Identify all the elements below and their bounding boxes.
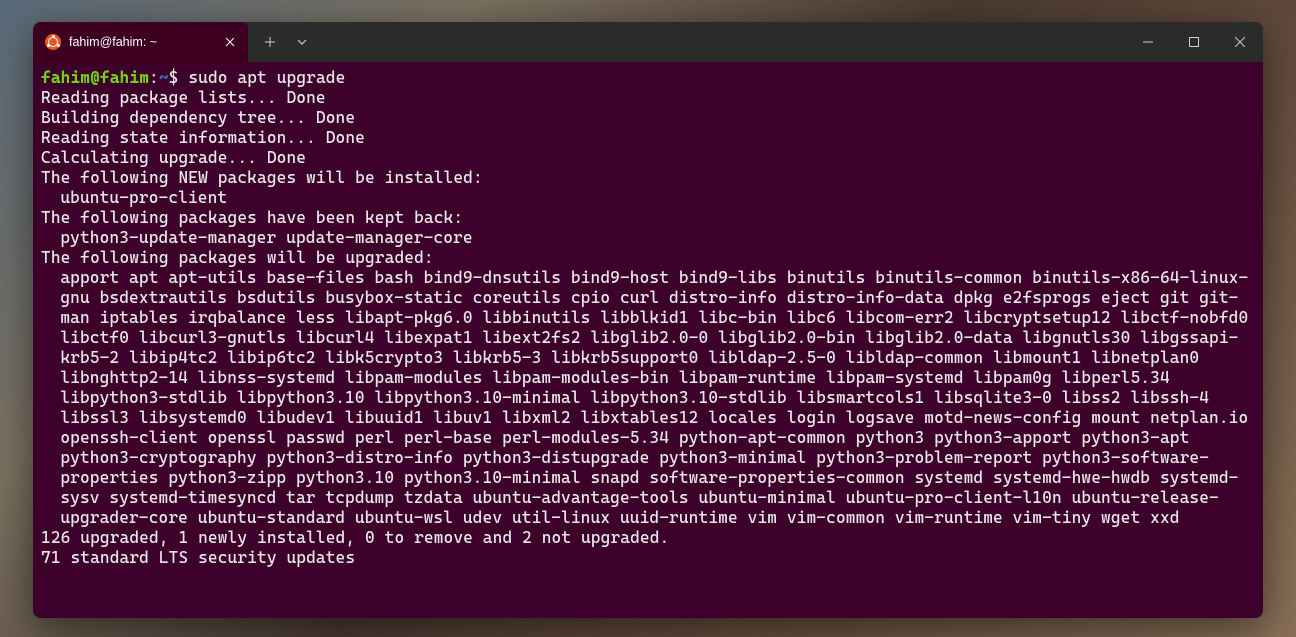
output-line-indented: python3-update-manager update-manager-co… — [41, 228, 1255, 248]
output-line: The following packages have been kept ba… — [41, 208, 463, 227]
output-line: Calculating upgrade... Done — [41, 148, 306, 167]
prompt-path: ~ — [159, 68, 169, 87]
close-icon — [1235, 37, 1245, 47]
window-controls — [1125, 22, 1263, 62]
prompt-symbol: $ — [169, 68, 179, 87]
output-line: Reading package lists... Done — [41, 88, 326, 107]
output-line: 126 upgraded, 1 newly installed, 0 to re… — [41, 528, 669, 547]
maximize-button[interactable] — [1171, 22, 1217, 62]
plus-icon — [264, 36, 276, 48]
titlebar-rest — [248, 22, 1125, 62]
title-bar: fahim@fahim: ~ — [33, 22, 1263, 62]
output-package-list: apport apt apt-utils base-files bash bin… — [41, 268, 1255, 528]
output-line: 71 standard LTS security updates — [41, 548, 355, 567]
prompt-host: fahim — [100, 68, 149, 87]
output-line: The following packages will be upgraded: — [41, 248, 434, 267]
maximize-icon — [1189, 37, 1199, 47]
output-line: The following NEW packages will be insta… — [41, 168, 483, 187]
minimize-button[interactable] — [1125, 22, 1171, 62]
close-icon — [225, 37, 235, 47]
chevron-down-icon — [297, 37, 307, 47]
command-text: sudo apt upgrade — [188, 68, 345, 87]
output-line: Building dependency tree... Done — [41, 108, 355, 127]
ubuntu-logo-icon — [45, 34, 61, 50]
terminal-viewport[interactable]: fahim@fahim:~$ sudo apt upgrade Reading … — [33, 62, 1263, 618]
prompt-user: fahim — [41, 68, 90, 87]
tab-dropdown-button[interactable] — [288, 28, 316, 56]
tab-close-button[interactable] — [222, 34, 238, 50]
tab-active[interactable]: fahim@fahim: ~ — [33, 22, 248, 62]
prompt-colon: : — [149, 68, 159, 87]
output-line-indented: ubuntu-pro-client — [41, 188, 1255, 208]
close-window-button[interactable] — [1217, 22, 1263, 62]
output-line: Reading state information... Done — [41, 128, 365, 147]
prompt-at: @ — [90, 68, 100, 87]
new-tab-button[interactable] — [256, 28, 284, 56]
terminal-window: fahim@fahim: ~ fahim@fahim:~ — [33, 22, 1263, 618]
tab-title: fahim@fahim: ~ — [69, 35, 214, 49]
minimize-icon — [1143, 37, 1153, 47]
terminal-output: fahim@fahim:~$ sudo apt upgrade Reading … — [41, 68, 1255, 568]
